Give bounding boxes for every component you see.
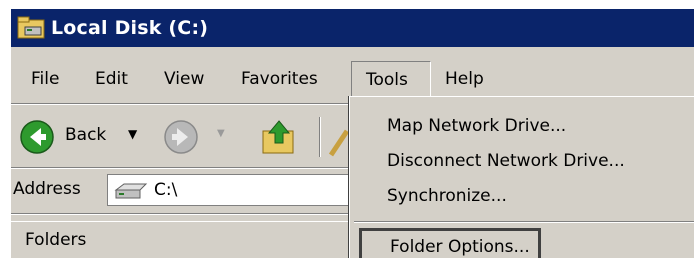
back-button-label[interactable]: Back xyxy=(65,125,106,145)
folder-drive-icon xyxy=(17,16,45,39)
explorer-window: Local Disk (C:) File Edit View Favorites… xyxy=(10,8,694,258)
menu-bar: File Edit View Favorites Tools Help xyxy=(11,61,694,97)
window-title: Local Disk (C:) xyxy=(51,17,209,39)
menu-file[interactable]: File xyxy=(31,61,59,97)
back-dropdown-icon[interactable]: ▼ xyxy=(128,127,137,141)
menu-item-disconnect-network-drive[interactable]: Disconnect Network Drive... xyxy=(387,147,625,175)
folders-pane-header: Folders xyxy=(11,221,351,258)
address-bar: Address C:\ xyxy=(11,171,351,211)
folders-label: Folders xyxy=(25,230,87,250)
address-label: Address xyxy=(13,179,81,199)
tools-menu-dropdown: Map Network Drive... Disconnect Network … xyxy=(349,96,694,258)
address-value: C:\ xyxy=(154,180,178,200)
menu-item-synchronize[interactable]: Synchronize... xyxy=(387,182,507,210)
toolbar-divider xyxy=(319,117,321,157)
menu-edit[interactable]: Edit xyxy=(95,61,128,97)
menu-favorites[interactable]: Favorites xyxy=(241,61,318,97)
toolbar-overflow-icon[interactable] xyxy=(327,125,351,159)
menubar-divider xyxy=(11,103,351,105)
menu-item-map-network-drive[interactable]: Map Network Drive... xyxy=(387,112,566,140)
menu-tools[interactable]: Tools xyxy=(351,61,431,97)
back-arrow-icon[interactable] xyxy=(19,119,55,155)
drive-icon xyxy=(114,183,148,199)
forward-dropdown-icon[interactable]: ▼ xyxy=(217,128,225,139)
address-input[interactable]: C:\ xyxy=(107,174,351,206)
title-bar[interactable]: Local Disk (C:) xyxy=(11,9,694,47)
toolbar-divider-line xyxy=(11,167,351,169)
menu-item-folder-options[interactable]: Folder Options... xyxy=(359,228,541,258)
standard-toolbar: Back ▼ ▼ xyxy=(11,111,351,165)
up-folder-icon[interactable] xyxy=(259,117,299,157)
menu-separator xyxy=(354,221,694,223)
menu-help[interactable]: Help xyxy=(445,61,484,97)
address-divider xyxy=(11,213,351,215)
menu-view[interactable]: View xyxy=(164,61,204,97)
forward-arrow-icon[interactable] xyxy=(163,119,199,155)
